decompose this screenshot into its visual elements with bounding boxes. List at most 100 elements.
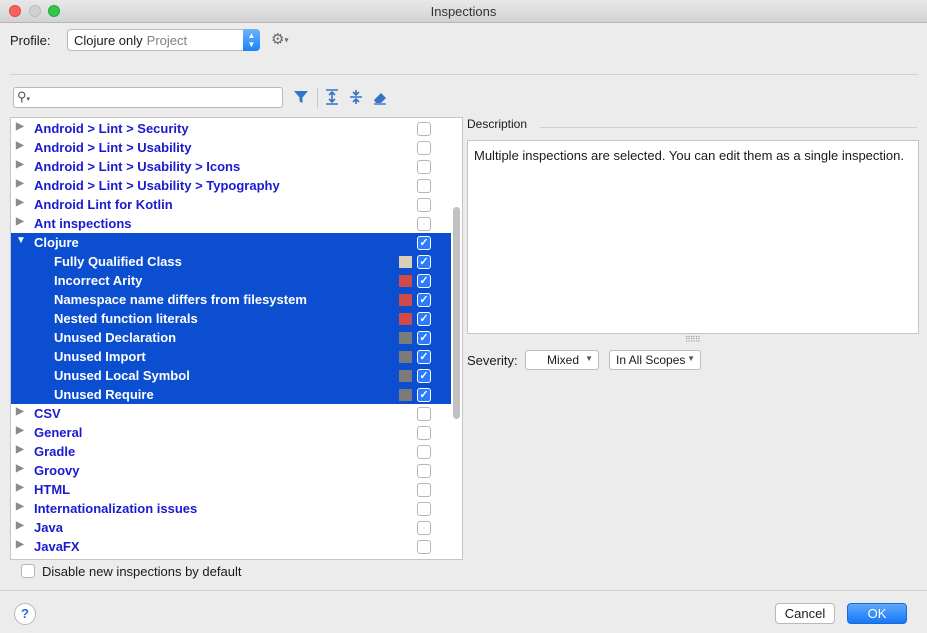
- scope-dropdown[interactable]: In All Scopes ▼: [609, 350, 701, 370]
- row-checkbox[interactable]: [417, 464, 431, 478]
- row-checkbox[interactable]: [417, 521, 431, 535]
- tree-row[interactable]: Fully Qualified Class ✓: [11, 252, 451, 271]
- tree-row[interactable]: Unused Local Symbol ✓: [11, 366, 451, 385]
- search-icon: ⚲▾: [17, 89, 31, 104]
- expand-arrow-icon[interactable]: ▶: [16, 482, 24, 493]
- description-panel: Multiple inspections are selected. You c…: [467, 140, 919, 334]
- tree-row[interactable]: Unused Import ✓: [11, 347, 451, 366]
- tree-row[interactable]: ▶ Ant inspections: [11, 214, 451, 233]
- tree-row[interactable]: Namespace name differs from filesystem ✓: [11, 290, 451, 309]
- row-checkbox[interactable]: ✓: [417, 312, 431, 326]
- tree-row[interactable]: Unused Require ✓: [11, 385, 451, 404]
- filter-icon[interactable]: [291, 88, 311, 108]
- row-checkbox[interactable]: ✓: [417, 369, 431, 383]
- tree-row[interactable]: ▶ Gradle: [11, 442, 451, 461]
- severity-dropdown[interactable]: Mixed ▼: [525, 350, 599, 370]
- tree-row-label: CSV: [34, 406, 61, 421]
- row-checkbox[interactable]: [417, 160, 431, 174]
- expand-arrow-icon[interactable]: ▶: [16, 140, 24, 151]
- row-checkbox[interactable]: [417, 407, 431, 421]
- expand-all-icon[interactable]: [322, 88, 342, 108]
- profile-scope: Project: [146, 33, 188, 48]
- tree-row[interactable]: ▶ HTML: [11, 480, 451, 499]
- tree-row-label: Ant inspections: [34, 216, 132, 231]
- tree-row[interactable]: ▶ Android > Lint > Usability > Typograph…: [11, 176, 451, 195]
- tree-row[interactable]: ▶ Android > Lint > Usability: [11, 138, 451, 157]
- tree-row-clojure[interactable]: ▼ Clojure ✓: [11, 233, 451, 252]
- expand-arrow-icon[interactable]: ▶: [16, 444, 24, 455]
- expand-arrow-icon[interactable]: ▶: [16, 425, 24, 436]
- row-checkbox[interactable]: [417, 217, 431, 231]
- expand-arrow-icon[interactable]: ▶: [16, 197, 24, 208]
- row-checkbox[interactable]: [417, 198, 431, 212]
- severity-swatch: [399, 294, 412, 306]
- severity-swatch: [399, 332, 412, 344]
- tree-row[interactable]: ▶ Android Lint for Kotlin: [11, 195, 451, 214]
- row-checkbox[interactable]: ✓: [417, 350, 431, 364]
- row-checkbox[interactable]: [417, 179, 431, 193]
- row-checkbox[interactable]: ✓: [417, 255, 431, 269]
- collapse-arrow-icon[interactable]: ▼: [16, 235, 26, 246]
- profile-dropdown[interactable]: Clojure only Project ▲ ▼: [67, 29, 260, 51]
- ok-button[interactable]: OK: [847, 603, 907, 624]
- splitter-grip-icon[interactable]: ⠿⠿⠿: [685, 335, 701, 344]
- expand-arrow-icon[interactable]: ▶: [16, 178, 24, 189]
- expand-arrow-icon[interactable]: ▶: [16, 216, 24, 227]
- search-input[interactable]: ⚲▾: [13, 87, 283, 108]
- tree-row[interactable]: ▶ Android > Lint > Security: [11, 119, 451, 138]
- tree-row[interactable]: Unused Declaration ✓: [11, 328, 451, 347]
- divider: [0, 590, 927, 591]
- expand-arrow-icon[interactable]: ▶: [16, 520, 24, 531]
- row-checkbox[interactable]: ✓: [417, 388, 431, 402]
- expand-arrow-icon[interactable]: ▶: [16, 539, 24, 550]
- tree-row-label: Incorrect Arity: [54, 273, 143, 288]
- expand-arrow-icon[interactable]: ▶: [16, 159, 24, 170]
- description-heading: Description: [467, 117, 528, 131]
- profile-name: Clojure only: [74, 33, 143, 48]
- disable-new-inspections-checkbox[interactable]: [21, 564, 35, 578]
- tree-row-label: Internationalization issues: [34, 501, 198, 516]
- row-checkbox[interactable]: [417, 141, 431, 155]
- updown-chevron-icon: ▲ ▼: [243, 29, 260, 51]
- tree-row[interactable]: Nested function literals ✓: [11, 309, 451, 328]
- tree-row-label: Android > Lint > Usability: [34, 140, 192, 155]
- tree-row[interactable]: ▶ Android > Lint > Usability > Icons: [11, 157, 451, 176]
- row-checkbox[interactable]: [417, 122, 431, 136]
- row-checkbox[interactable]: [417, 445, 431, 459]
- expand-arrow-icon[interactable]: ▶: [16, 463, 24, 474]
- tree-row[interactable]: ▶ CSV: [11, 404, 451, 423]
- row-checkbox[interactable]: ✓: [417, 236, 431, 250]
- severity-swatch: [399, 351, 412, 363]
- tree-row[interactable]: ▶ General: [11, 423, 451, 442]
- severity-swatch: [399, 370, 412, 382]
- row-checkbox[interactable]: [417, 502, 431, 516]
- tree-row[interactable]: Incorrect Arity ✓: [11, 271, 451, 290]
- row-checkbox[interactable]: ✓: [417, 331, 431, 345]
- row-checkbox[interactable]: ✓: [417, 293, 431, 307]
- title-bar: Inspections: [0, 0, 927, 23]
- collapse-all-icon[interactable]: [346, 88, 366, 108]
- profile-label: Profile:: [10, 33, 51, 48]
- inspection-tree[interactable]: ▶ Android > Lint > Security ▶ Android > …: [10, 117, 463, 560]
- tree-scrollbar[interactable]: [453, 207, 460, 419]
- tree-row[interactable]: ▶ JavaFX: [11, 537, 451, 556]
- tree-row[interactable]: ▶ Internationalization issues: [11, 499, 451, 518]
- gear-icon[interactable]: ⚙▾: [271, 30, 288, 48]
- cancel-button[interactable]: Cancel: [775, 603, 835, 624]
- help-button[interactable]: ?: [14, 603, 36, 625]
- divider: [540, 127, 917, 128]
- tree-row-label: Namespace name differs from filesystem: [54, 292, 307, 307]
- expand-arrow-icon[interactable]: ▶: [16, 501, 24, 512]
- expand-arrow-icon[interactable]: ▶: [16, 121, 24, 132]
- row-checkbox[interactable]: [417, 483, 431, 497]
- row-checkbox[interactable]: [417, 540, 431, 554]
- reset-eraser-icon[interactable]: [370, 88, 390, 108]
- tree-row-label: Android > Lint > Usability > Typography: [34, 178, 280, 193]
- tree-row-label: Nested function literals: [54, 311, 198, 326]
- tree-row[interactable]: ▶ Groovy: [11, 461, 451, 480]
- tree-row-label: Unused Import: [54, 349, 146, 364]
- tree-row[interactable]: ▶ Java: [11, 518, 451, 537]
- expand-arrow-icon[interactable]: ▶: [16, 406, 24, 417]
- row-checkbox[interactable]: ✓: [417, 274, 431, 288]
- row-checkbox[interactable]: [417, 426, 431, 440]
